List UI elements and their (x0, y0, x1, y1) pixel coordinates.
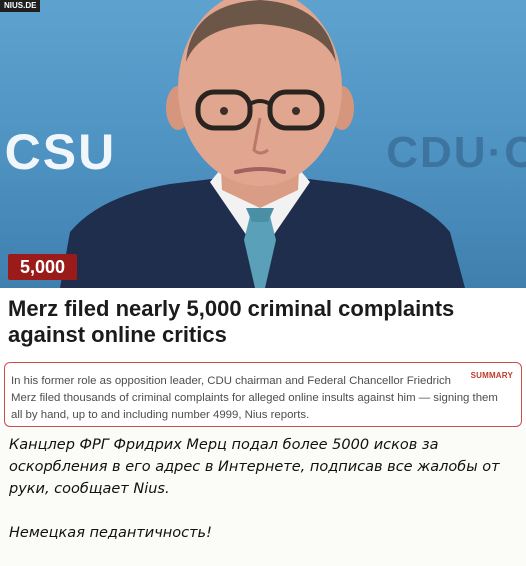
summary-line: Merz filed thousands of criminal complai… (11, 392, 498, 404)
comment-spacer (9, 500, 519, 522)
portrait-figure (60, 0, 465, 288)
article-image: ·CSU CDU·C NIUS.DE 5,000 (0, 0, 526, 288)
summary-line: In his former role as opposition leader,… (11, 375, 452, 387)
summary-card: SUMMARY In his former role as opposition… (4, 362, 522, 427)
comment-text: Канцлер ФРГ Фридрих Мерц подал более 500… (9, 434, 519, 544)
summary-text: In his former role as opposition leader,… (11, 373, 509, 424)
comment-line: оскорбления в его адрес в Интернете, под… (9, 459, 500, 475)
article-headline[interactable]: Merz filed nearly 5,000 criminal complai… (8, 296, 518, 348)
headline-line: against online critics (8, 322, 227, 347)
source-watermark: NIUS.DE (0, 0, 41, 12)
headline-line: Merz filed nearly 5,000 criminal complai… (8, 296, 455, 321)
comment-line: Немецкая педантичность! (9, 525, 212, 541)
count-badge: 5,000 (8, 254, 78, 280)
comment-line: руки, сообщает Nius. (9, 481, 170, 497)
comment-line: Канцлер ФРГ Фридрих Мерц подал более 500… (9, 437, 439, 453)
summary-line: all by hand, up to and including number … (11, 409, 310, 421)
